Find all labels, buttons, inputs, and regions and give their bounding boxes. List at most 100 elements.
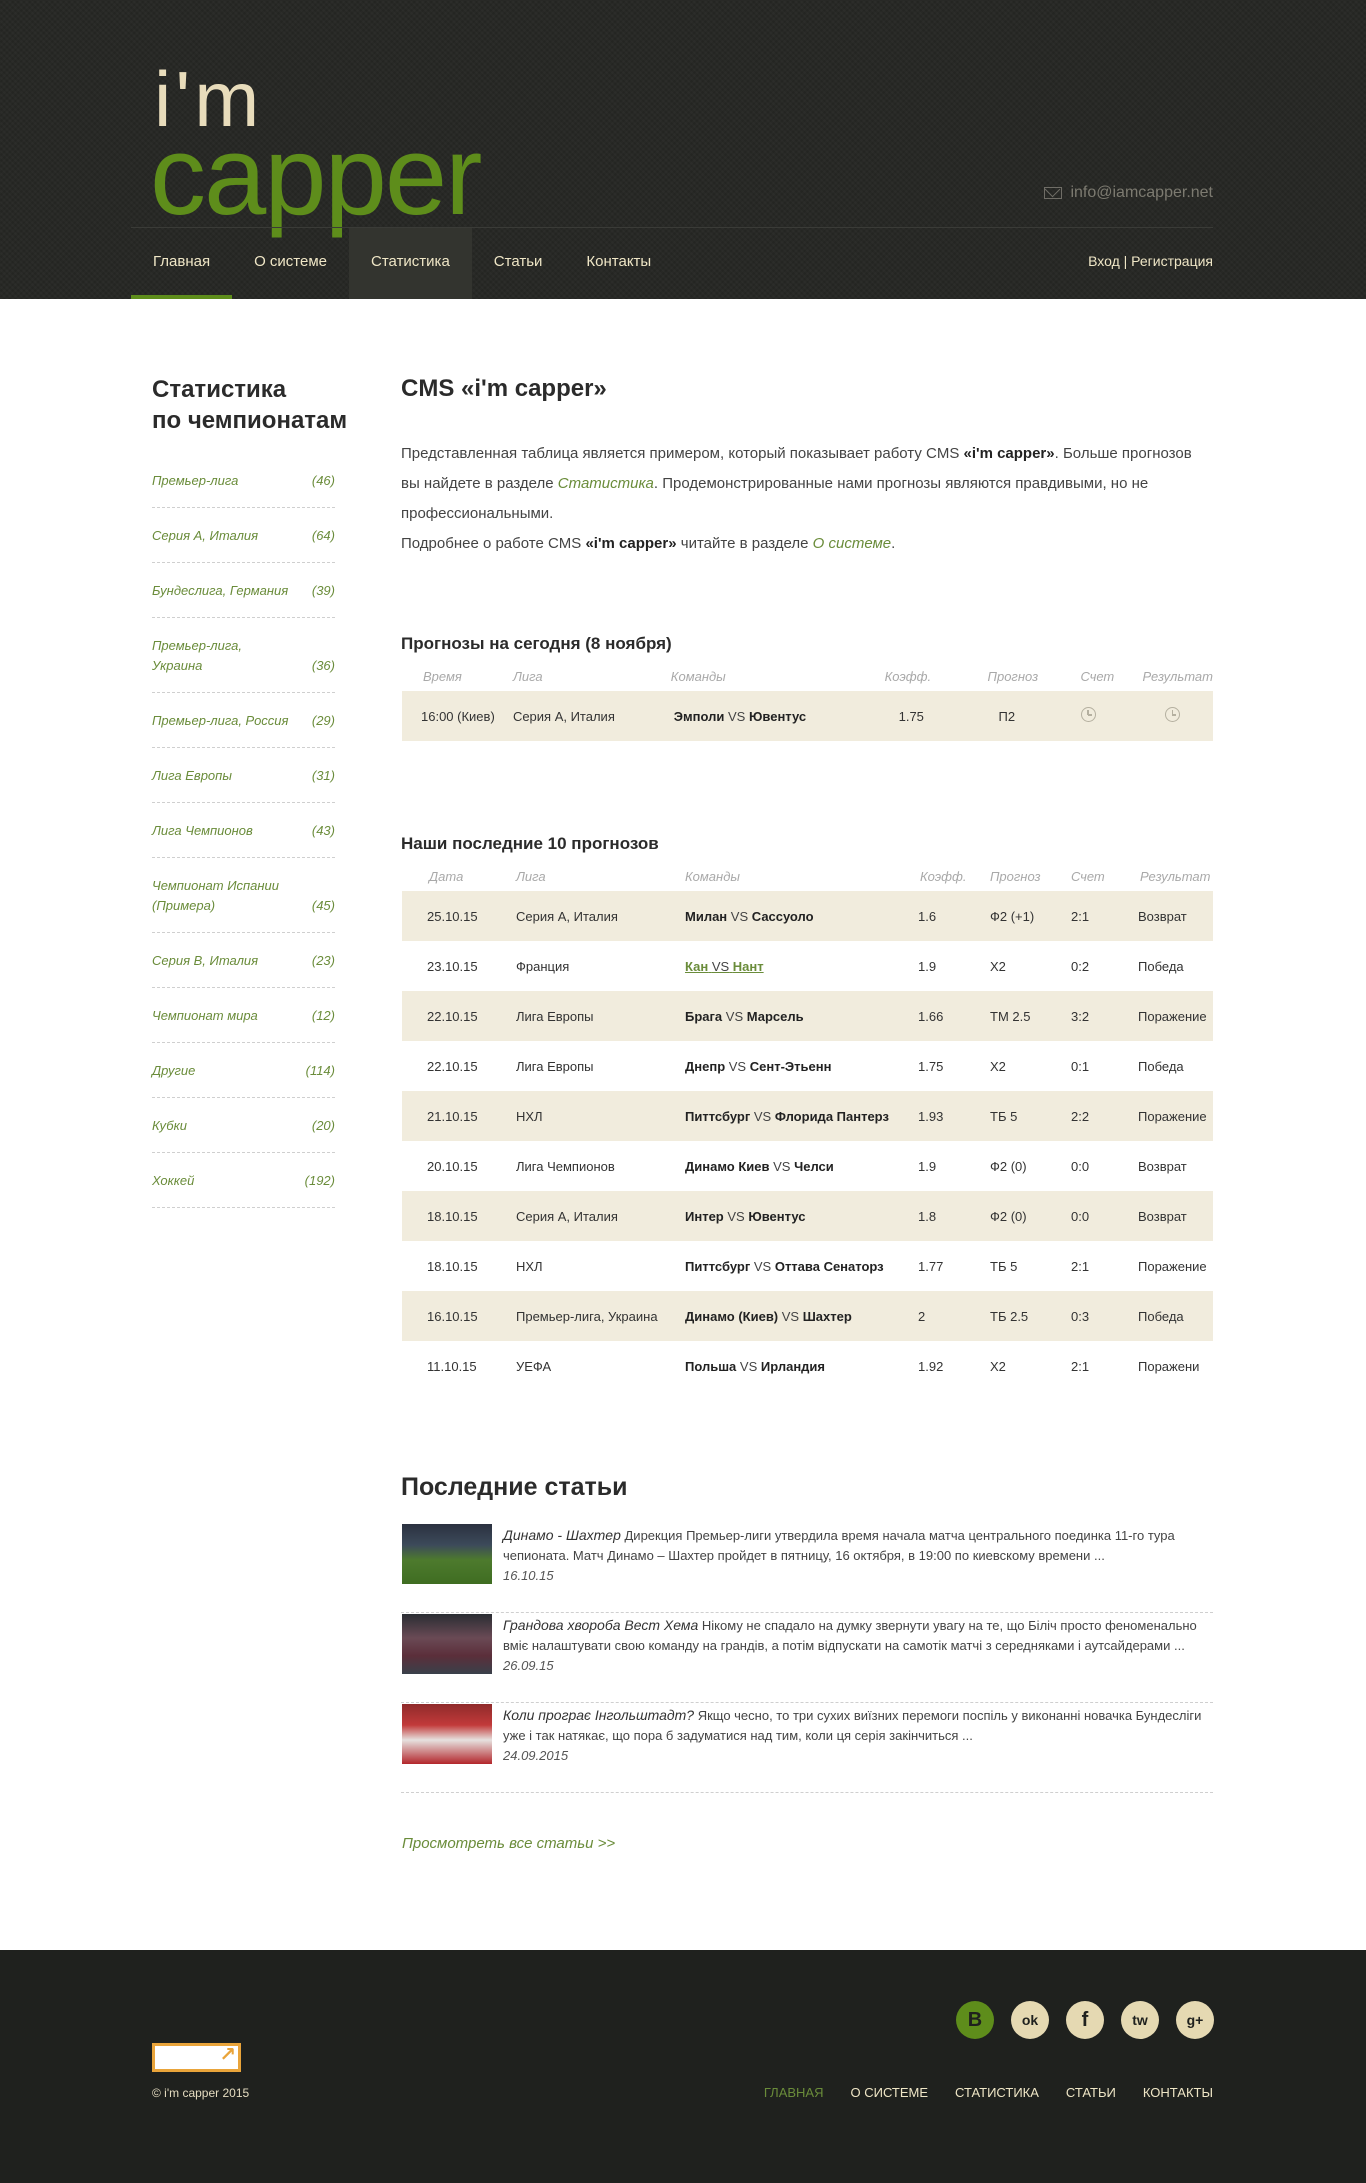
vs-label: VS [773,1158,791,1174]
article-title[interactable]: Динамо - Шахтер [503,1527,621,1543]
nav-item-statistics[interactable]: Статистика [349,228,472,299]
nav-item-contacts[interactable]: Контакты [564,228,673,299]
all-articles-link[interactable]: Просмотреть все статьи >> [402,1835,615,1852]
home-team: Динамо Киев [685,1158,770,1174]
article-date: 16.10.15 [503,1568,554,1583]
forecast-cell: Х2 [990,1358,1006,1374]
away-team: Ирландия [760,1358,826,1374]
article-item[interactable]: Грандова хвороба Вест Хема Нікому не спа… [401,1613,1213,1703]
home-team: Кан [685,958,709,974]
sidebar-item[interactable]: Бундеслига, Германия (39) [152,575,335,618]
nav-item-about[interactable]: О системе [232,228,349,299]
nav-item-home[interactable]: Главная [131,228,233,299]
article-title[interactable]: Грандова хвороба Вест Хема [503,1617,698,1633]
sidebar-item[interactable]: Чемпионат мира (12) [152,1000,335,1043]
away-team: Сассуоло [751,908,814,924]
vs-label: VS [781,1308,800,1324]
date-cell: 21.10.15 [402,1091,513,1141]
sidebar-item[interactable]: Другие (114) [152,1055,335,1098]
column-header: Счет [1071,868,1105,884]
vs-label: VS [727,1208,745,1224]
nav-item-articles[interactable]: Статьи [472,228,565,299]
coef-cell: 1.75 [879,691,980,741]
away-team: Шахтер [802,1308,852,1324]
sidebar-item[interactable]: Лига Европы (31) [152,760,335,803]
sidebar-item[interactable]: Премьер-лига, Россия (29) [152,705,335,748]
forecast-cell: Х2 [990,1058,1006,1074]
article-thumbnail[interactable] [402,1704,492,1764]
column-header: Прогноз [987,668,1039,684]
article-item[interactable]: Динамо - Шахтер Дирекция Премьер-лиги ут… [401,1523,1213,1613]
column-header: Команды [670,668,726,684]
odnoklassniki-icon[interactable]: ok [1011,2001,1049,2039]
sidebar-item[interactable]: Премьер-лига, Украина (36) [152,630,335,693]
vs-label: VS [728,708,746,724]
footer-nav-about[interactable]: О СИСТЕМЕ [851,2085,929,2100]
footer-nav-articles[interactable]: СТАТЬИ [1066,2085,1116,2100]
date-cell: 25.10.15 [402,891,513,941]
sidebar-item-name: Кубки [152,1118,187,1133]
footer-logo[interactable] [152,2042,241,2072]
article-thumbnail[interactable] [402,1614,492,1674]
result-cell: Возврат [1133,891,1213,941]
home-team: Эмполи [673,708,725,724]
login-register-link[interactable]: Вход | Регистрация [1088,253,1213,269]
league-cell: Лига Чемпионов [516,1158,615,1174]
article-item[interactable]: Коли програє Інгольштадт? Якщо чесно, то… [401,1703,1213,1793]
result-cell: Победа [1138,1058,1184,1074]
footer-nav-home[interactable]: ГЛАВНАЯ [764,2085,824,2100]
sidebar-item-name: Бундеслига, Германия [152,583,289,598]
sidebar-item-count: (23) [311,953,335,968]
today-forecasts-title: Прогнозы на сегодня (8 ноября) [401,634,672,653]
contact-email[interactable]: info@iamcapper.net [1044,184,1213,202]
sidebar-item[interactable]: Премьер-лига (46) [152,465,335,508]
table-row: 16:00 (Киев) Серия А, Италия Эмполи VS Юве… [402,691,1213,741]
article-body: Динамо - Шахтер Дирекция Премьер-лиги ут… [503,1525,1213,1586]
intro-text-part: Подробнее о работе CMS [401,535,586,552]
forecast-cell: Ф2 (0) [990,1158,1027,1174]
sidebar-item-count: (12) [311,1008,335,1023]
sidebar-item[interactable]: Серия В, Италия (23) [152,945,335,988]
league-cell: НХЛ [513,1091,682,1141]
site-logo[interactable]: i'm capper [150,60,520,232]
teams-cell: Эмполи VS Ювентус [667,691,880,741]
table-row: 11.10.15 УЕФА Польша VS Ирландия 1.92 Х2 2:1 П… [402,1341,1213,1391]
sidebar-item-count: (192) [304,1173,335,1188]
vk-icon[interactable]: В [956,2001,994,2039]
sidebar-item-name: Серия А, Италия [152,528,259,543]
result-cell: Возврат [1133,1191,1213,1241]
about-link[interactable]: О системе [813,535,891,552]
sidebar-title: Статистика по чемпионатам [152,374,347,436]
league-cell: Серия А, Италия [513,891,682,941]
teams-cell[interactable]: Кан VS Нант [682,941,914,991]
column-header: Команды [685,868,740,884]
coef-cell: 1.75 [918,1058,944,1074]
sidebar-item[interactable]: Кубки (20) [152,1110,335,1153]
article-title[interactable]: Коли програє Інгольштадт? [503,1707,694,1723]
column-header: Счет [1080,668,1115,684]
sidebar-item[interactable]: Серия А, Италия (64) [152,520,335,563]
result-cell: Победа [1133,1291,1213,1341]
statistics-link[interactable]: Статистика [558,475,654,492]
twitter-icon[interactable]: tw [1121,2001,1159,2039]
vs-label: VS [728,1058,747,1074]
copyright: © i'm capper 2015 [152,2086,250,2100]
facebook-icon[interactable]: f [1066,2001,1104,2039]
sidebar-item-name: Хоккей [152,1173,195,1188]
sidebar-item-name: Премьер-лига, Украина [152,638,242,673]
social-links: Вok f tw g+ [956,2001,1214,2039]
teams-cell: Динамо (Киев) VS Шахтер [682,1291,914,1341]
google-plus-icon[interactable]: g+ [1176,2001,1214,2039]
home-team: Питтсбург [685,1108,751,1124]
sidebar-item[interactable]: Лига Чемпионов (43) [152,815,335,858]
sidebar-item[interactable]: Чемпионат Испании (Примера) (45) [152,870,335,933]
footer-nav-contacts[interactable]: КОНТАКТЫ [1143,2085,1213,2100]
vs-label: VS [753,1258,772,1274]
table-row: 22.10.15 Лига Европы Брага VS Марсель 1.66 Т… [402,991,1213,1041]
away-team: Нант [732,958,764,974]
footer-nav-statistics[interactable]: СТАТИСТИКА [955,2085,1039,2100]
article-thumbnail[interactable] [402,1524,492,1584]
sidebar-item[interactable]: Хоккей (192) [152,1165,335,1208]
email-text: info@iamcapper.net [1070,184,1213,201]
teams-cell: Питтсбург VS Флорида Пантерз [682,1091,914,1141]
